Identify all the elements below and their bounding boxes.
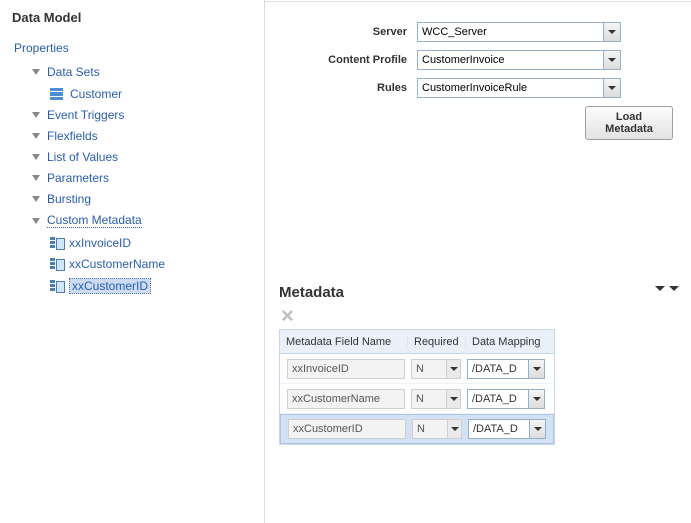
content-profile-label: Content Profile <box>305 54 417 66</box>
right-panel: Server WCC_Server Content Profile Custom… <box>265 0 691 523</box>
table-row: xxInvoiceID N /DATA_D <box>280 354 554 384</box>
content-profile-select[interactable]: CustomerInvoice <box>417 50 621 70</box>
col-data-mapping: Data Mapping <box>466 336 554 348</box>
expand-icon[interactable] <box>32 112 40 118</box>
tree-node-customer[interactable]: Customer <box>50 87 264 101</box>
dropdown-icon[interactable] <box>528 360 544 378</box>
tree-node-parameters[interactable]: Parameters <box>32 171 264 185</box>
expand-icon[interactable] <box>32 133 40 139</box>
server-label: Server <box>305 26 417 38</box>
expand-icon[interactable] <box>32 175 40 181</box>
field-name-input[interactable]: xxCustomerName <box>287 389 405 409</box>
data-mapping-select[interactable]: /DATA_D <box>467 359 545 379</box>
load-metadata-button[interactable]: Load Metadata <box>585 106 673 140</box>
tree-node-custom-metadata[interactable]: Custom Metadata <box>32 213 264 228</box>
rules-select[interactable]: CustomerInvoiceRule <box>417 78 621 98</box>
tree-node-list-of-values[interactable]: List of Values <box>32 150 264 164</box>
metadata-table: Metadata Field Name Required Data Mappin… <box>279 329 555 445</box>
dropdown-icon[interactable] <box>603 51 620 69</box>
data-mapping-select[interactable]: /DATA_D <box>467 389 545 409</box>
tree-node-data-sets[interactable]: Data Sets <box>32 65 264 79</box>
required-select[interactable]: N <box>411 389 461 409</box>
data-model-title: Data Model <box>12 10 264 25</box>
dropdown-icon[interactable] <box>447 420 461 438</box>
tree-node-bursting[interactable]: Bursting <box>32 192 264 206</box>
required-select[interactable]: N <box>412 419 462 439</box>
dropdown-icon[interactable] <box>446 390 460 408</box>
dropdown-icon[interactable] <box>528 390 544 408</box>
col-metadata-field-name: Metadata Field Name <box>280 336 408 348</box>
left-panel: Data Model Properties Data Sets Customer <box>0 0 265 523</box>
properties-link[interactable]: Properties <box>14 39 69 57</box>
field-name-input[interactable]: xxCustomerID <box>288 419 406 439</box>
table-header: Metadata Field Name Required Data Mappin… <box>280 330 554 354</box>
expand-icon[interactable] <box>32 69 40 75</box>
expand-icon[interactable] <box>32 154 40 160</box>
table-row: xxCustomerID N /DATA_D <box>280 414 554 444</box>
metadata-item-icon <box>50 237 63 249</box>
close-icon[interactable]: × <box>281 309 673 323</box>
table-row: xxCustomerName N /DATA_D <box>280 384 554 414</box>
dropdown-icon[interactable] <box>603 23 620 41</box>
server-select[interactable]: WCC_Server <box>417 22 621 42</box>
dropdown-icon[interactable] <box>603 79 620 97</box>
dataset-icon <box>50 88 63 100</box>
rules-label: Rules <box>305 82 417 94</box>
col-required: Required <box>408 336 466 348</box>
metadata-item-icon <box>50 280 63 292</box>
tree-node-xxcustomerid[interactable]: xxCustomerID <box>50 278 264 294</box>
tree-node-flexfields[interactable]: Flexfields <box>32 129 264 143</box>
expand-icon[interactable] <box>32 196 40 202</box>
tree-node-event-triggers[interactable]: Event Triggers <box>32 108 264 122</box>
required-select[interactable]: N <box>411 359 461 379</box>
expand-icon[interactable] <box>32 218 40 224</box>
form-area: Server WCC_Server Content Profile Custom… <box>265 2 691 140</box>
dropdown-icon[interactable] <box>446 360 460 378</box>
metadata-title: Metadata <box>279 284 673 301</box>
resize-handle-icon[interactable] <box>655 286 679 291</box>
metadata-item-icon <box>50 258 63 270</box>
tree-node-xxcustomername[interactable]: xxCustomerName <box>50 257 264 271</box>
tree-node-xxinvoiceid[interactable]: xxInvoiceID <box>50 236 264 250</box>
data-mapping-select[interactable]: /DATA_D <box>468 419 546 439</box>
dropdown-icon[interactable] <box>529 420 545 438</box>
field-name-input[interactable]: xxInvoiceID <box>287 359 405 379</box>
